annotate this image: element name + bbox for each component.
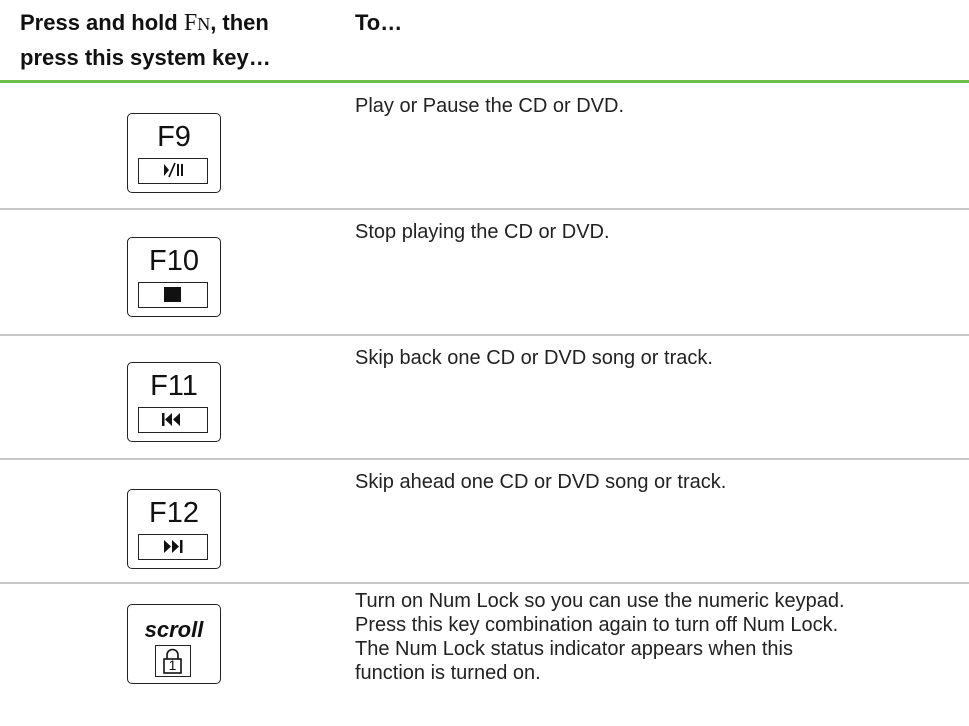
- table-row-f12: F12 Skip ahead one CD or DVD song or tra…: [0, 460, 969, 582]
- f12-description-text: Skip ahead one CD or DVD song or track.: [355, 471, 727, 493]
- action-column-header: To…: [355, 10, 403, 35]
- table-row-f11: F11 Skip back one CD or DVD song or trac…: [0, 336, 969, 458]
- key-column-header-line1: Press and hold FN, then: [20, 6, 320, 41]
- f12-key-label: F12: [149, 497, 199, 529]
- scroll-key-label: scroll: [144, 617, 204, 642]
- scroll-lock-key: scroll 1: [127, 604, 221, 684]
- num-lock-description: Turn on Num Lock so you can use the nume…: [355, 589, 955, 685]
- f10-description-text: Stop playing the CD or DVD.: [355, 221, 610, 243]
- table-row-f9: F9 Play or Pause the CD or DVD.: [0, 83, 969, 208]
- f11-key-label: F11: [150, 370, 198, 402]
- skip-forward-icon: [138, 534, 208, 560]
- num-lock-description-line: Press this key combination again to turn…: [355, 614, 839, 636]
- f11-description-text: Skip back one CD or DVD song or track.: [355, 347, 713, 369]
- f11-key: F11: [127, 362, 221, 442]
- f12-description: Skip ahead one CD or DVD song or track.: [355, 470, 955, 494]
- num-lock-description-line: The Num Lock status indicator appears wh…: [355, 638, 793, 660]
- fn-key-letter-f: F: [183, 10, 198, 36]
- f9-key: F9: [127, 113, 221, 193]
- key-column-header-line2: press this system key…: [20, 45, 271, 70]
- table-row-num-lock: scroll 1 Turn on Num Lock so you can use…: [0, 584, 969, 726]
- num-lock-icon: 1: [155, 645, 191, 677]
- f9-description-text: Play or Pause the CD or DVD.: [355, 95, 624, 117]
- key-column-header: Press and hold FN, then press this syste…: [20, 6, 320, 75]
- f9-description: Play or Pause the CD or DVD.: [355, 94, 955, 118]
- num-lock-description-line: Turn on Num Lock so you can use the nume…: [355, 590, 845, 612]
- stop-icon: [138, 282, 208, 308]
- f12-key: F12: [127, 489, 221, 569]
- num-lock-digit: 1: [168, 657, 177, 673]
- table-row-f10: F10 Stop playing the CD or DVD.: [0, 210, 969, 334]
- f9-key-label: F9: [157, 121, 191, 153]
- f11-description: Skip back one CD or DVD song or track.: [355, 346, 955, 370]
- num-lock-description-line: function is turned on.: [355, 662, 541, 684]
- header-prefix-text: Press and hold: [20, 10, 184, 35]
- f10-key: F10: [127, 237, 221, 317]
- header-suffix-text: , then: [210, 10, 269, 35]
- skip-back-icon: [138, 407, 208, 433]
- fn-key-letter-n: N: [197, 14, 211, 34]
- play-pause-icon: [138, 158, 208, 184]
- f10-description: Stop playing the CD or DVD.: [355, 220, 955, 244]
- f10-key-label: F10: [149, 245, 199, 277]
